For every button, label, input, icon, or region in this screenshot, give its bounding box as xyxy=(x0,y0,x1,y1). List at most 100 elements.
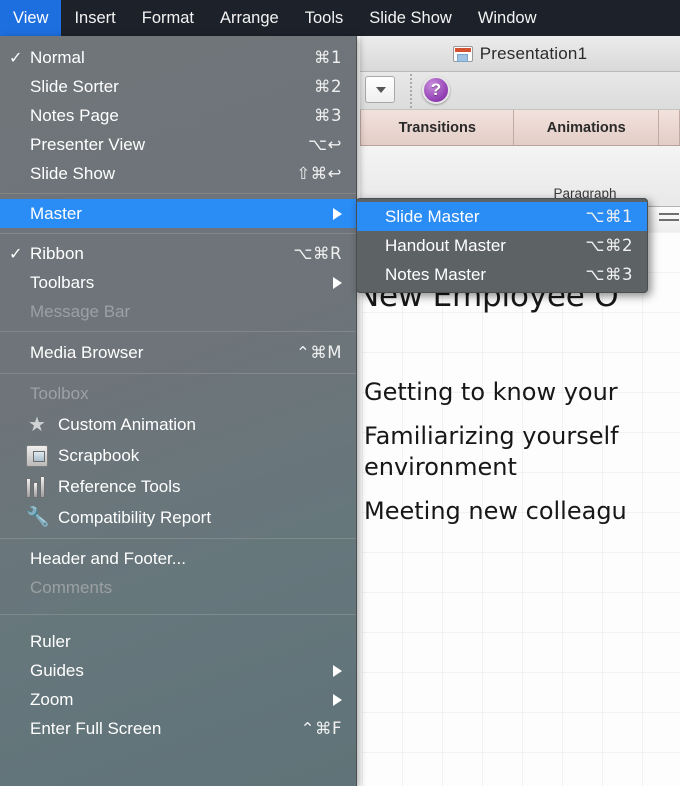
menu-item-notes-page[interactable]: Notes Page ⌘3 xyxy=(0,101,356,130)
slide-canvas[interactable]: New Employee O Getting to know your Fami… xyxy=(362,232,680,786)
shortcut-label: ⌃⌘M xyxy=(295,343,342,362)
wrench-icon: 🔧 xyxy=(26,506,50,528)
menu-insert[interactable]: Insert xyxy=(61,0,128,36)
menu-separator xyxy=(0,614,356,615)
tab-transitions-label: Transitions xyxy=(398,119,476,136)
submenu-arrow-icon xyxy=(333,693,342,706)
menu-item-label: Normal xyxy=(30,47,85,67)
tab-animations[interactable]: Animations xyxy=(514,110,659,145)
shortcut-label: ⌥⌘3 xyxy=(585,265,633,284)
menu-item-label: Zoom xyxy=(30,689,74,709)
menu-item-label: Header and Footer... xyxy=(30,548,186,568)
menu-item-label: Toolbars xyxy=(30,272,95,292)
submenu-item-label: Notes Master xyxy=(385,264,487,284)
powerpoint-document-icon xyxy=(452,45,473,62)
reference-tools-icon xyxy=(26,475,48,498)
menu-item-reference-tools[interactable]: Reference Tools xyxy=(0,471,356,502)
submenu-item-notes-master[interactable]: Notes Master ⌥⌘3 xyxy=(357,260,647,289)
menu-arrange-label: Arrange xyxy=(220,8,279,27)
menu-item-zoom[interactable]: Zoom xyxy=(0,685,356,714)
help-icon[interactable]: ? xyxy=(422,76,450,104)
menu-separator xyxy=(0,331,356,332)
shortcut-label: ⌘2 xyxy=(314,77,342,96)
menu-item-ribbon[interactable]: ✓ Ribbon ⌥⌘R xyxy=(0,239,356,268)
submenu-item-slide-master[interactable]: Slide Master ⌥⌘1 xyxy=(357,202,647,231)
shortcut-label: ⌘1 xyxy=(314,48,342,67)
submenu-arrow-icon xyxy=(333,664,342,677)
menu-separator xyxy=(0,538,356,539)
menu-item-message-bar: Message Bar xyxy=(0,297,356,326)
menu-item-normal[interactable]: ✓ Normal ⌘1 xyxy=(0,43,356,72)
menu-bar: View Insert Format Arrange Tools Slide S… xyxy=(0,0,680,36)
tab-next-partial[interactable] xyxy=(659,110,680,145)
menu-item-label: Enter Full Screen xyxy=(30,718,162,738)
check-icon: ✓ xyxy=(9,245,23,263)
star-icon: ★ xyxy=(28,413,46,436)
menu-item-header-and-footer[interactable]: Header and Footer... xyxy=(0,544,356,573)
menu-item-label: Scrapbook xyxy=(58,445,140,465)
menu-view-label: View xyxy=(13,8,49,27)
menu-item-label: Slide Show xyxy=(30,163,116,183)
menu-window-label: Window xyxy=(477,8,537,27)
menu-item-ruler[interactable]: Ruler xyxy=(0,627,356,656)
menu-window[interactable]: Window xyxy=(465,0,550,36)
shortcut-label: ⌥⌘R xyxy=(293,244,342,263)
toolbar-dropdown-button[interactable] xyxy=(365,76,395,103)
menu-item-guides[interactable]: Guides xyxy=(0,656,356,685)
screen: Presentation1 ? Transitions Animations P… xyxy=(0,0,680,786)
tab-transitions[interactable]: Transitions xyxy=(360,110,515,145)
menu-item-slide-sorter[interactable]: Slide Sorter ⌘2 xyxy=(0,72,356,101)
menu-format-label: Format xyxy=(141,8,195,27)
tab-animations-label: Animations xyxy=(546,119,626,136)
menu-view[interactable]: View xyxy=(0,0,62,36)
window-title: Presentation1 xyxy=(479,43,588,63)
shortcut-label: ⌥⌘2 xyxy=(585,236,633,255)
menu-item-compatibility-report[interactable]: 🔧 Compatibility Report xyxy=(0,502,356,533)
shortcut-label: ⌥⌘1 xyxy=(585,207,633,226)
view-dropdown-menu: ✓ Normal ⌘1 Slide Sorter ⌘2 Notes Page ⌘… xyxy=(0,36,357,786)
toolbar-divider xyxy=(410,74,412,108)
menu-separator xyxy=(0,233,356,234)
menu-item-master[interactable]: Master xyxy=(0,199,356,228)
menu-item-label: Comments xyxy=(30,577,113,597)
menu-item-comments: Comments xyxy=(0,573,356,602)
menu-arrange[interactable]: Arrange xyxy=(207,0,292,36)
menu-item-scrapbook[interactable]: Scrapbook xyxy=(0,440,356,471)
menu-item-label: Reference Tools xyxy=(58,476,181,496)
menu-item-enter-full-screen[interactable]: Enter Full Screen ⌃⌘F xyxy=(0,714,356,743)
menu-item-slide-show[interactable]: Slide Show ⇧⌘↩ xyxy=(0,159,356,188)
slide-body[interactable]: Getting to know your Familiarizing yours… xyxy=(364,377,680,540)
menu-format[interactable]: Format xyxy=(129,0,207,36)
menu-item-label: Compatibility Report xyxy=(58,507,212,527)
shortcut-label: ⌃⌘F xyxy=(300,719,342,738)
shortcut-label: ⌘3 xyxy=(314,106,342,125)
menu-tools[interactable]: Tools xyxy=(292,0,357,36)
menu-tools-label: Tools xyxy=(304,8,344,27)
submenu-item-handout-master[interactable]: Handout Master ⌥⌘2 xyxy=(357,231,647,260)
menu-slide-show[interactable]: Slide Show xyxy=(356,0,465,36)
menu-item-label: Slide Sorter xyxy=(30,76,119,96)
shortcut-label: ⇧⌘↩ xyxy=(296,164,342,183)
scrapbook-icon xyxy=(26,444,48,467)
menu-item-custom-animation[interactable]: ★ Custom Animation xyxy=(0,409,356,440)
menu-item-presenter-view[interactable]: Presenter View ⌥↩ xyxy=(0,130,356,159)
slide-bullet: environment xyxy=(364,453,517,482)
indent-lines-icon xyxy=(659,213,679,225)
menu-item-label: Ruler xyxy=(30,631,71,651)
menu-item-label: Message Bar xyxy=(30,301,131,321)
menu-item-toolbars[interactable]: Toolbars xyxy=(0,268,356,297)
menu-item-label: Master xyxy=(30,203,82,223)
menu-item-label: Ribbon xyxy=(30,243,84,263)
ribbon-tab-strip: Transitions Animations xyxy=(360,110,680,146)
quick-toolbar: ? xyxy=(360,72,680,110)
menu-item-label: Custom Animation xyxy=(58,414,196,434)
menu-item-label: Guides xyxy=(30,660,84,680)
submenu-item-label: Slide Master xyxy=(385,206,480,226)
menu-item-label: Presenter View xyxy=(30,134,145,154)
menu-separator xyxy=(0,373,356,374)
slide-bullet: Meeting new colleagu xyxy=(364,497,627,526)
menu-item-label: Media Browser xyxy=(30,342,144,362)
menu-item-media-browser[interactable]: Media Browser ⌃⌘M xyxy=(0,337,356,368)
submenu-item-label: Handout Master xyxy=(385,235,506,255)
submenu-arrow-icon xyxy=(333,276,342,289)
